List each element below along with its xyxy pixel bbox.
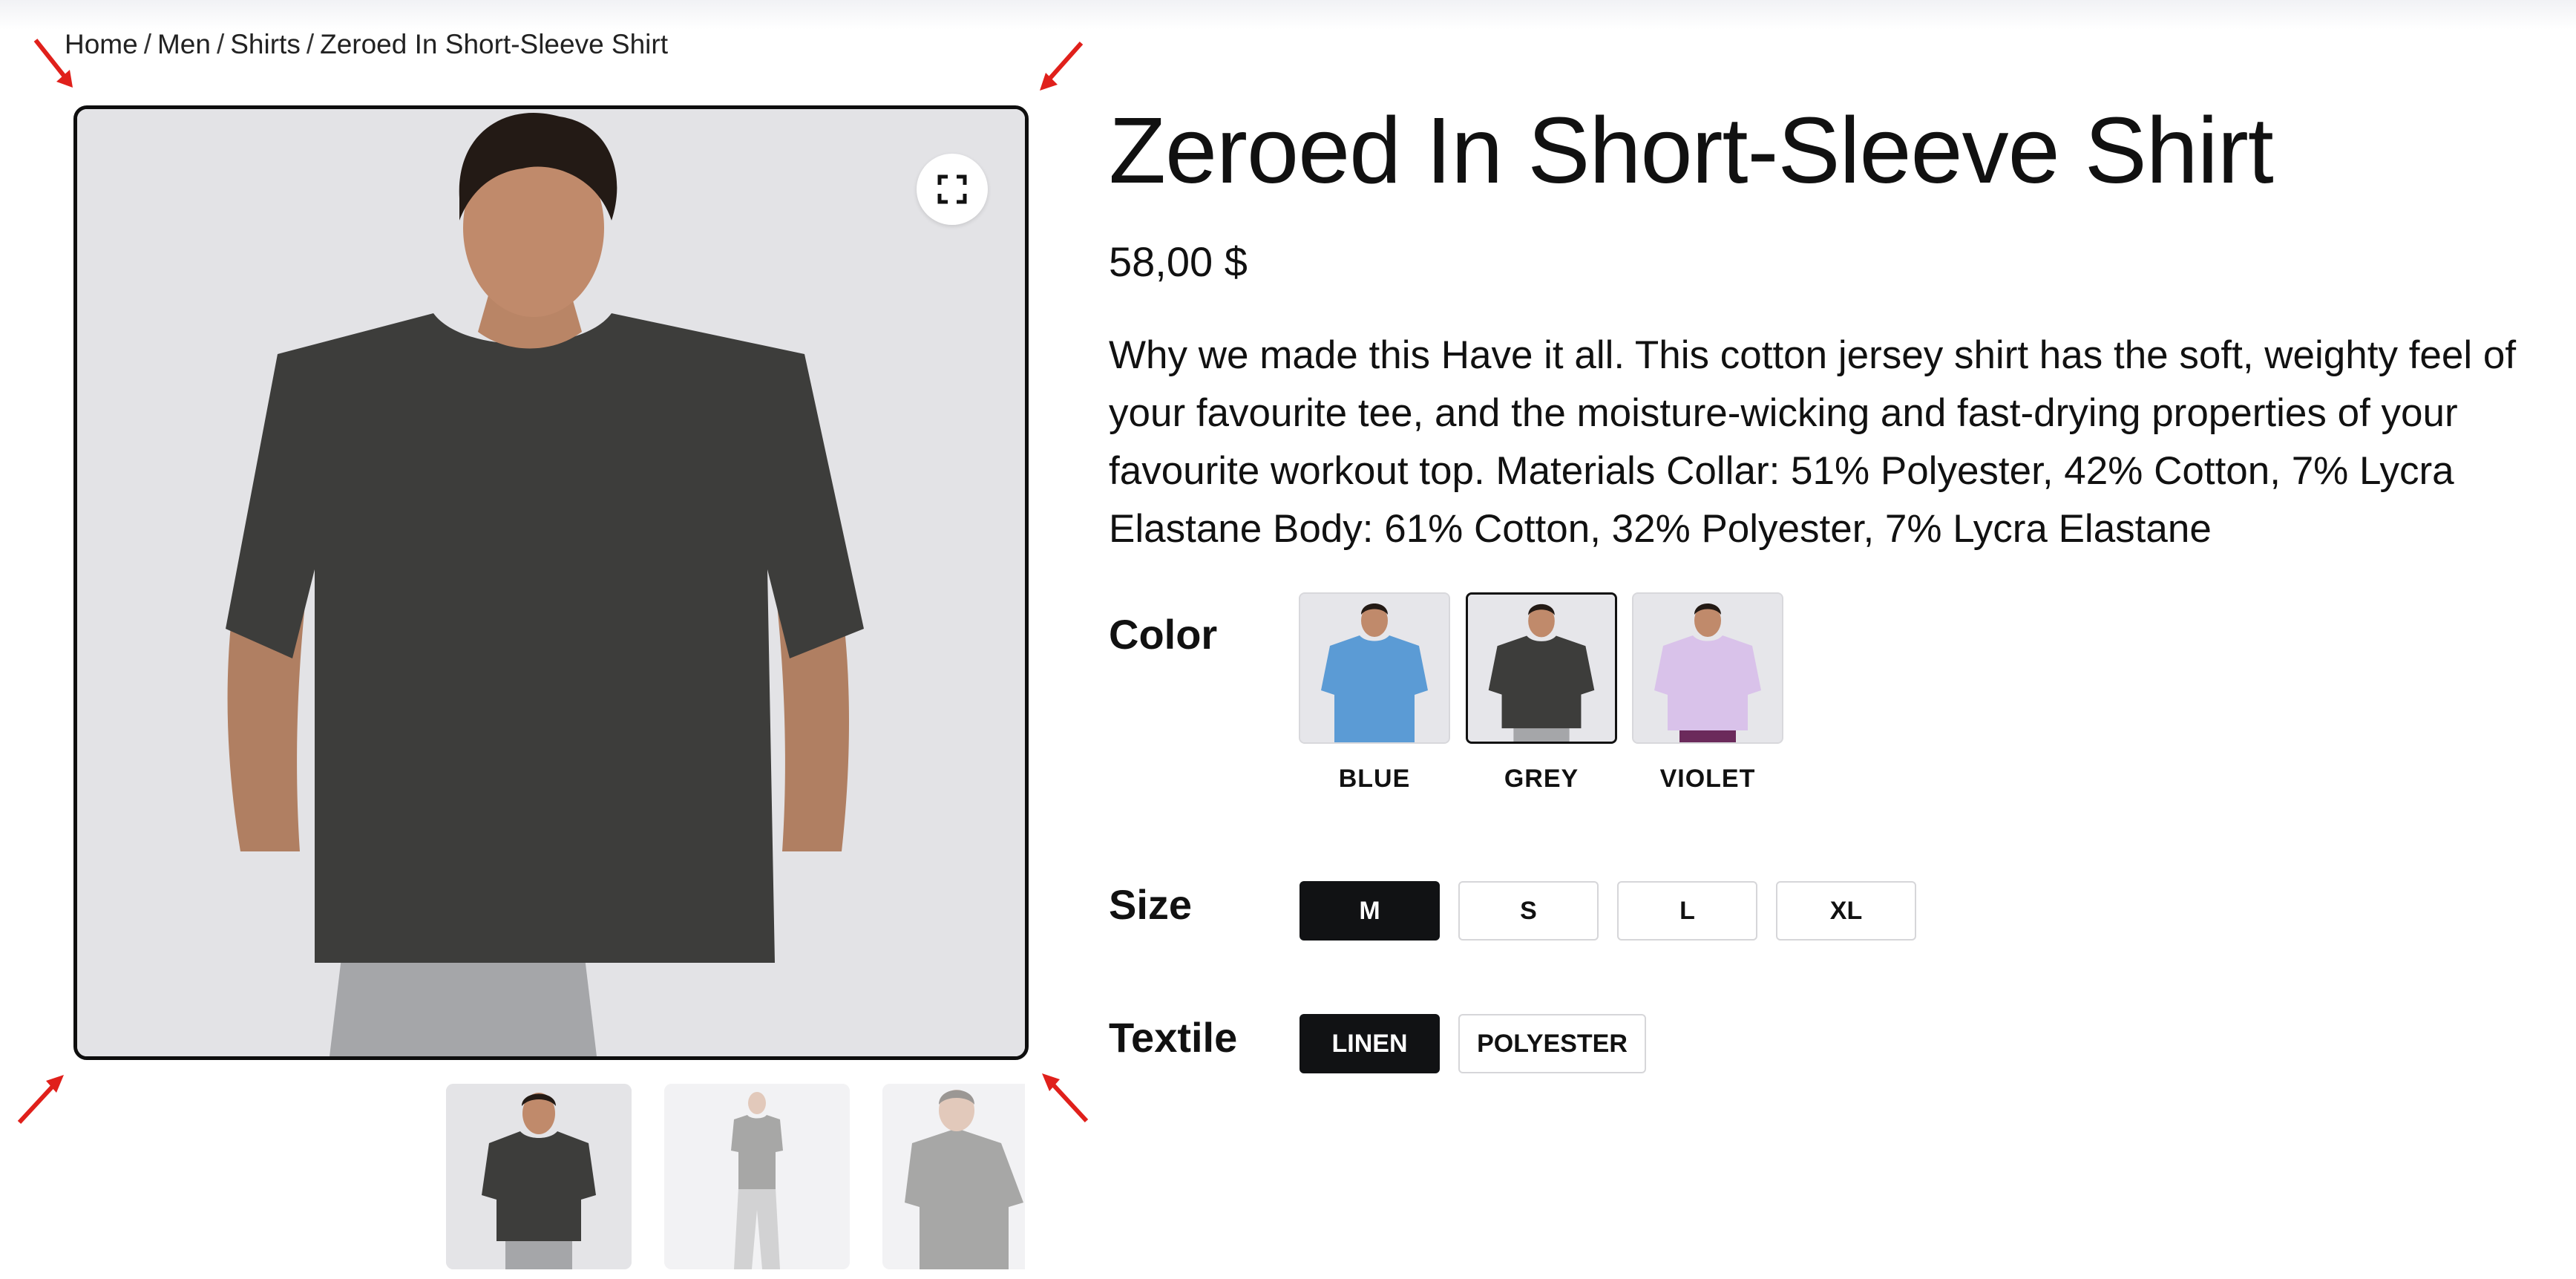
annotation-arrow-top-left bbox=[33, 39, 73, 88]
thumbnail-image bbox=[664, 1084, 850, 1269]
product-price: 58,00 $ bbox=[1109, 238, 1248, 285]
annotation-arrow-top-right bbox=[1040, 42, 1084, 91]
product-title: Zeroed In Short-Sleeve Shirt bbox=[1109, 98, 2274, 203]
swatch-image bbox=[1468, 595, 1615, 742]
thumbnail-full-body[interactable] bbox=[664, 1084, 850, 1269]
swatch-image bbox=[1300, 594, 1449, 742]
size-label: Size bbox=[1109, 881, 1193, 928]
size-option-m[interactable]: M bbox=[1300, 881, 1440, 941]
expand-icon bbox=[937, 174, 967, 204]
textile-option-linen[interactable]: LINEN bbox=[1300, 1014, 1440, 1073]
breadcrumb-men[interactable]: Men bbox=[157, 29, 211, 59]
size-option-xl[interactable]: XL bbox=[1776, 881, 1916, 941]
color-swatch-grey[interactable] bbox=[1466, 592, 1617, 744]
thumbnail-front[interactable] bbox=[446, 1084, 632, 1269]
breadcrumb-separator: / bbox=[143, 29, 151, 59]
annotation-arrow-bottom-left bbox=[17, 1075, 64, 1125]
top-shadow bbox=[0, 0, 2576, 30]
product-photo bbox=[77, 109, 1025, 1056]
textile-label: Textile bbox=[1109, 1014, 1238, 1061]
size-option-l[interactable]: L bbox=[1617, 881, 1757, 941]
breadcrumb-shirts[interactable]: Shirts bbox=[230, 29, 301, 59]
thumbnail-back[interactable] bbox=[882, 1084, 1025, 1269]
main-product-image[interactable] bbox=[73, 105, 1029, 1060]
color-swatch-violet[interactable] bbox=[1632, 592, 1783, 744]
color-label-blue: BLUE bbox=[1338, 765, 1411, 793]
color-label-grey: GREY bbox=[1504, 765, 1579, 793]
product-description: Why we made this Have it all. This cotto… bbox=[1109, 333, 2517, 551]
breadcrumb: Home / Men / Shirts / Zeroed In Short-Sleeve S… bbox=[65, 27, 668, 62]
breadcrumb-separator: / bbox=[216, 29, 225, 59]
textile-option-polyester[interactable]: POLYESTER bbox=[1458, 1014, 1646, 1073]
color-swatch-blue[interactable] bbox=[1299, 592, 1450, 744]
size-option-s[interactable]: S bbox=[1458, 881, 1599, 941]
annotation-arrow-bottom-right bbox=[1042, 1073, 1089, 1123]
breadcrumb-separator: / bbox=[306, 29, 315, 59]
expand-button[interactable] bbox=[917, 154, 988, 225]
thumbnail-image bbox=[882, 1084, 1025, 1269]
breadcrumb-current: Zeroed In Short-Sleeve Shirt bbox=[320, 29, 669, 59]
swatch-image bbox=[1633, 594, 1782, 742]
thumbnail-image bbox=[446, 1084, 632, 1269]
thumbnail-strip bbox=[446, 1084, 1025, 1279]
product-page: Home / Men / Shirts / Zeroed In Short-Sleeve S… bbox=[0, 0, 2576, 1279]
color-label: Color bbox=[1109, 611, 1218, 658]
color-label-violet: VIOLET bbox=[1659, 765, 1756, 793]
